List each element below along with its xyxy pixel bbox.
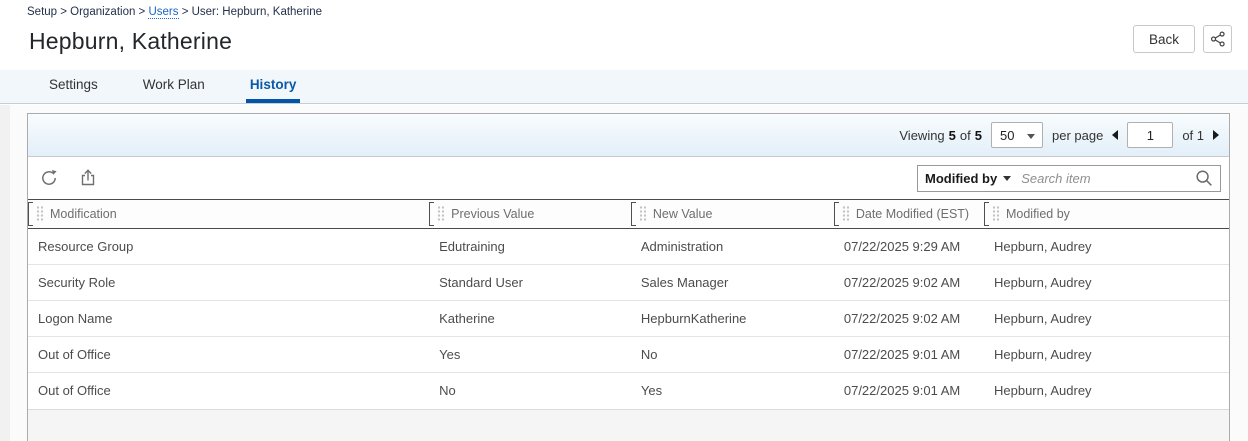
history-panel: Viewing 5 of 5 50 per page of 1 bbox=[27, 113, 1230, 441]
cell-date-modified: 07/22/2025 9:01 AM bbox=[833, 372, 984, 409]
column-header-previous-value[interactable]: Previous Value bbox=[429, 199, 631, 229]
left-gutter bbox=[0, 105, 10, 441]
previous-page-icon[interactable] bbox=[1112, 130, 1119, 140]
cell-modification: Out of Office bbox=[28, 372, 430, 409]
breadcrumb-suffix: > User: Hepburn, Katherine bbox=[178, 6, 323, 18]
cell-modified-by: Hepburn, Audrey bbox=[983, 300, 1229, 337]
table-row: Logon Name Katherine HepburnKatherine 07… bbox=[28, 300, 1229, 337]
share-icon bbox=[1210, 31, 1226, 47]
column-grip-icon[interactable] bbox=[437, 205, 445, 223]
refresh-button[interactable] bbox=[36, 165, 62, 191]
column-header-label: Previous Value bbox=[451, 207, 535, 221]
cell-previous-value: Yes bbox=[429, 336, 631, 373]
cell-new-value: Sales Manager bbox=[630, 264, 834, 301]
tab-bar: Settings Work Plan History bbox=[0, 70, 1248, 104]
cell-new-value: HepburnKatherine bbox=[630, 300, 834, 337]
table-row: Security Role Standard User Sales Manage… bbox=[28, 264, 1229, 301]
breadcrumb-prefix: Setup > Organization > bbox=[27, 6, 149, 18]
page: Setup > Organization > Users > User: Hep… bbox=[0, 0, 1248, 441]
back-button[interactable]: Back bbox=[1132, 25, 1195, 53]
tab-work-plan[interactable]: Work Plan bbox=[139, 70, 209, 103]
search-filter-dropdown[interactable]: Modified by bbox=[925, 171, 997, 186]
tab-history-label: History bbox=[249, 77, 297, 92]
cell-modification: Security Role bbox=[28, 264, 430, 301]
page-size-value: 50 bbox=[999, 127, 1015, 143]
column-grip-icon[interactable] bbox=[991, 205, 999, 223]
cell-modified-by: Hepburn, Audrey bbox=[983, 372, 1229, 409]
cell-modification: Resource Group bbox=[38, 239, 134, 254]
pagination-bar: Viewing 5 of 5 50 per page of 1 bbox=[28, 114, 1229, 157]
column-header-modification[interactable]: Modification bbox=[28, 199, 430, 229]
viewing-of-label: of bbox=[959, 127, 971, 143]
column-header-label: Modification bbox=[50, 207, 117, 221]
viewing-label: Viewing bbox=[899, 127, 945, 143]
viewing-summary: Viewing 5 of 5 bbox=[899, 128, 982, 143]
cell-new-value: Administration bbox=[640, 239, 724, 254]
panel-footer bbox=[28, 408, 1229, 441]
breadcrumb: Setup > Organization > Users > User: Hep… bbox=[27, 6, 323, 19]
column-resize-handle[interactable] bbox=[429, 202, 435, 226]
column-resize-handle[interactable] bbox=[630, 202, 636, 226]
refresh-icon bbox=[39, 168, 59, 188]
cell-date-modified: 07/22/2025 9:02 AM bbox=[833, 300, 984, 337]
cell-previous-value: Standard User bbox=[429, 264, 631, 301]
cell-modified-by: Hepburn, Audrey bbox=[993, 239, 1092, 254]
tab-settings[interactable]: Settings bbox=[45, 70, 102, 103]
page-title: Hepburn, Katherine bbox=[29, 28, 233, 54]
per-page-label: per page bbox=[1051, 127, 1104, 143]
table-row: Out of Office No Yes 07/22/2025 9:01 AM … bbox=[28, 372, 1229, 409]
page-number-input[interactable] bbox=[1127, 122, 1174, 148]
viewing-total-count: 5 bbox=[974, 127, 982, 143]
tab-settings-label: Settings bbox=[49, 77, 98, 92]
page-header: Setup > Organization > Users > User: Hep… bbox=[0, 0, 1248, 70]
cell-previous-value: Edutraining bbox=[439, 239, 505, 254]
cell-new-value: No bbox=[630, 336, 834, 373]
cell-modified-by: Hepburn, Audrey bbox=[983, 264, 1229, 301]
export-button[interactable] bbox=[75, 165, 101, 191]
column-grip-icon[interactable] bbox=[841, 205, 849, 223]
cell-modified-by: Hepburn, Audrey bbox=[983, 336, 1229, 373]
filter-chevron-down-icon[interactable] bbox=[1003, 175, 1012, 181]
tab-work-plan-label: Work Plan bbox=[142, 77, 205, 92]
breadcrumb-link-users[interactable]: Users bbox=[148, 6, 179, 19]
content-area: Viewing 5 of 5 50 per page of 1 bbox=[0, 105, 1248, 441]
cell-date-modified: 07/22/2025 9:02 AM bbox=[833, 264, 984, 301]
tab-history[interactable]: History bbox=[245, 70, 301, 103]
column-header-new-value[interactable]: New Value bbox=[630, 199, 834, 229]
table-header-row: Modification Previous Value New Value Da… bbox=[28, 199, 1229, 229]
cell-modification: Logon Name bbox=[28, 300, 430, 337]
column-header-label: Modified by bbox=[1005, 207, 1070, 221]
grid-toolbar: Modified by Search item bbox=[28, 157, 1229, 199]
cell-modification: Out of Office bbox=[28, 336, 430, 373]
column-grip-icon[interactable] bbox=[638, 205, 646, 223]
total-pages-label: of 1 bbox=[1182, 127, 1204, 143]
table-row: Out of Office Yes No 07/22/2025 9:01 AM … bbox=[28, 336, 1229, 373]
column-header-modified-by[interactable]: Modified by bbox=[983, 199, 1229, 229]
next-page-icon[interactable] bbox=[1213, 130, 1219, 140]
history-table: Modification Previous Value New Value Da… bbox=[28, 199, 1229, 409]
cell-previous-value: Katherine bbox=[429, 300, 631, 337]
page-size-select[interactable]: 50 bbox=[990, 122, 1043, 148]
column-grip-icon[interactable] bbox=[36, 205, 43, 223]
share-button[interactable] bbox=[1203, 25, 1232, 53]
column-resize-handle[interactable] bbox=[833, 202, 839, 226]
search-box: Modified by Search item bbox=[917, 164, 1221, 192]
column-resize-handle[interactable] bbox=[28, 202, 33, 226]
viewing-shown-count: 5 bbox=[948, 127, 956, 143]
column-header-label: New Value bbox=[652, 207, 713, 221]
back-button-label: Back bbox=[1148, 31, 1179, 47]
column-resize-handle[interactable] bbox=[983, 202, 989, 226]
table-row: Resource Group Edutraining Administratio… bbox=[28, 228, 1229, 265]
search-icon[interactable] bbox=[1195, 169, 1213, 187]
cell-previous-value: No bbox=[429, 372, 631, 409]
chevron-down-icon bbox=[1026, 134, 1035, 139]
cell-date-modified: 07/22/2025 9:29 AM bbox=[843, 239, 961, 254]
cell-new-value: Yes bbox=[630, 372, 834, 409]
search-input[interactable]: Search item bbox=[1021, 171, 1189, 186]
cell-date-modified: 07/22/2025 9:01 AM bbox=[833, 336, 984, 373]
export-icon bbox=[78, 168, 98, 188]
column-header-date-modified[interactable]: Date Modified (EST) bbox=[833, 199, 984, 229]
column-header-label: Date Modified (EST) bbox=[855, 207, 970, 221]
